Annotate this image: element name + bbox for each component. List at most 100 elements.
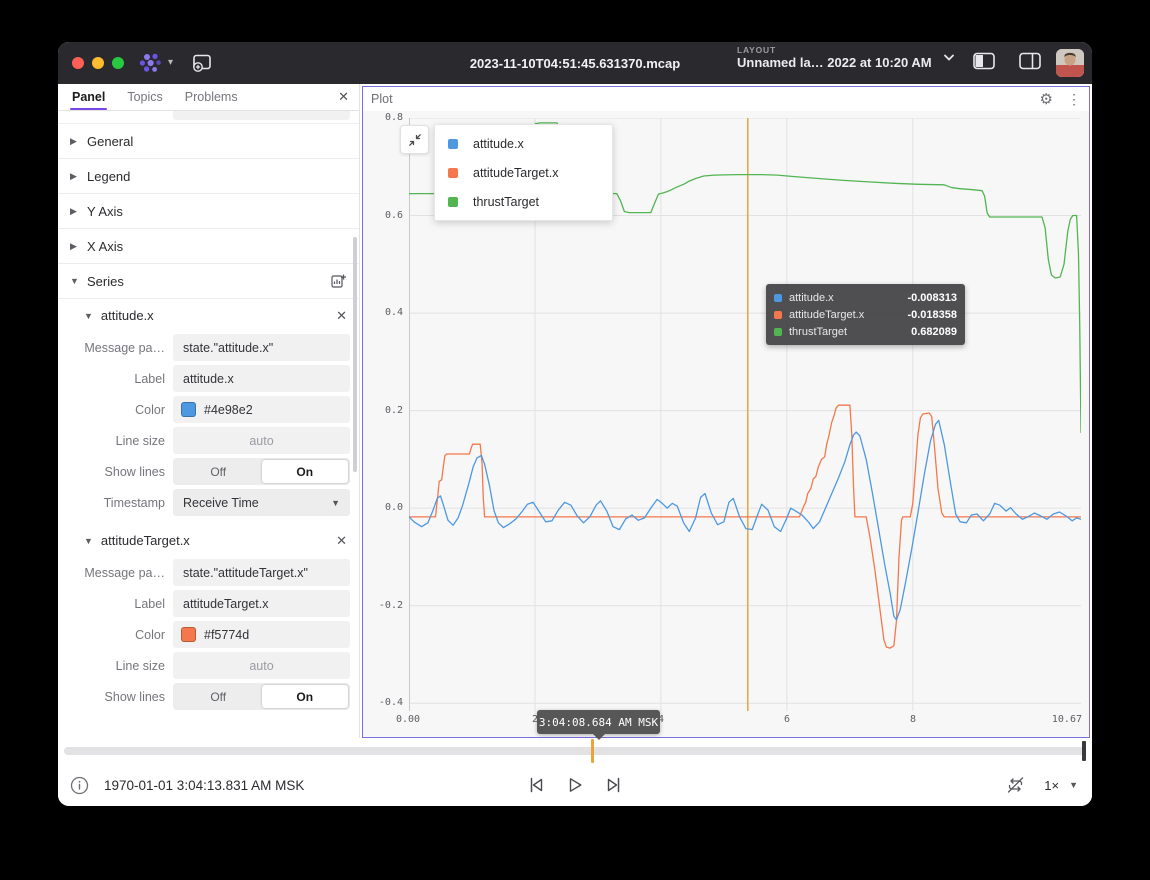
info-icon[interactable] [70, 776, 89, 795]
show-lines-off-button[interactable]: Off [175, 460, 262, 483]
y-axis-tick: 0.8 [367, 112, 403, 123]
legend-label: attitude.x [473, 137, 524, 151]
window-controls [72, 57, 124, 69]
remove-series-icon[interactable]: ✕ [336, 308, 347, 324]
legend-item-thrust-target[interactable]: thrustTarget [435, 187, 612, 216]
label-input[interactable] [173, 590, 350, 617]
play-button[interactable] [566, 776, 584, 794]
sidebar-tabs: Panel Topics Problems ✕ [58, 84, 359, 111]
expand-arrow-icon: ▼ [84, 536, 93, 546]
collapse-arrow-icon: ▶ [70, 171, 78, 182]
title-field-input[interactable]: Plot [173, 111, 350, 120]
legend-label: attitudeTarget.x [473, 166, 558, 180]
sidebar-scrollbar[interactable] [353, 237, 357, 472]
line-size-input[interactable] [173, 652, 350, 679]
legend-item-attitude-target-x[interactable]: attitudeTarget.x [435, 158, 612, 187]
show-lines-on-button[interactable]: On [262, 685, 349, 708]
section-series[interactable]: ▼ Series [58, 264, 359, 299]
speed-caret-icon: ▼ [1069, 780, 1078, 790]
layout-chevron-icon [938, 52, 960, 64]
loop-off-icon[interactable] [1005, 775, 1026, 795]
add-panel-button[interactable] [191, 53, 213, 73]
tooltip-row: thrustTarget 0.682089 [774, 323, 957, 340]
color-swatch [181, 402, 196, 417]
show-lines-off-button[interactable]: Off [175, 685, 262, 708]
field-label: Label [58, 588, 359, 619]
seek-bar[interactable] [64, 747, 1086, 755]
tooltip-swatch-icon [774, 294, 782, 302]
plot-toolbar: Plot ⚙ ⋮ [363, 87, 1089, 111]
field-color: Color #4e98e2 [58, 394, 359, 425]
legend-item-attitude-x[interactable]: attitude.x [435, 129, 612, 158]
series-name: attitude.x [101, 308, 154, 323]
zoom-window-button[interactable] [112, 57, 124, 69]
section-y-axis[interactable]: ▶ Y Axis [58, 194, 359, 229]
remove-series-icon[interactable]: ✕ [336, 533, 347, 549]
collapse-arrow-icon: ▶ [70, 206, 78, 217]
series-header-attitude-target-x[interactable]: ▼ attitudeTarget.x ✕ [58, 524, 359, 557]
minimize-window-button[interactable] [92, 57, 104, 69]
tab-panel[interactable]: Panel [70, 85, 107, 109]
section-general[interactable]: ▶ General [58, 124, 359, 159]
tab-topics[interactable]: Topics [125, 85, 164, 109]
section-x-axis[interactable]: ▶ X Axis [58, 229, 359, 264]
field-label: Color [58, 628, 173, 642]
add-panel-icon [191, 53, 213, 73]
show-lines-toggle: Off On [173, 458, 350, 485]
user-avatar[interactable] [1056, 49, 1084, 77]
tooltip-swatch-icon [774, 328, 782, 336]
app-menu[interactable]: ▾ [138, 53, 173, 73]
layout-menu[interactable]: LAYOUT Unnamed la… 2022 at 10:20 AM [737, 46, 960, 71]
expand-arrow-icon: ▼ [70, 276, 78, 286]
field-label: Label [58, 363, 359, 394]
seek-start-button[interactable] [526, 776, 546, 794]
tooltip-series-value: -0.018358 [907, 309, 957, 321]
show-lines-on-button[interactable]: On [262, 460, 349, 483]
close-sidebar-icon[interactable]: ✕ [338, 89, 349, 105]
field-show-lines: Show lines Off On [58, 681, 359, 712]
close-window-button[interactable] [72, 57, 84, 69]
tooltip-row: attitudeTarget.x -0.018358 [774, 306, 957, 323]
select-caret-icon: ▼ [331, 498, 340, 508]
y-axis-tick: -0.4 [367, 697, 403, 708]
label-input[interactable] [173, 365, 350, 392]
legend-swatch-icon [448, 139, 458, 149]
series-name: attitudeTarget.x [101, 533, 190, 548]
timestamp-select[interactable]: Receive Time ▼ [173, 489, 350, 516]
playback-scrubber-row [58, 738, 1092, 764]
message-path-input[interactable] [173, 334, 350, 361]
desktop-background: ▾ 2023-11-10T04:51:45.631370.mcap LAYOUT… [0, 0, 1150, 880]
seek-end-button[interactable] [604, 776, 624, 794]
playback-controls-bar: 1970-01-01 3:04:13.831 AM MSK 1× [58, 764, 1092, 806]
panel-menu-icon[interactable]: ⋮ [1067, 92, 1081, 106]
seek-end-marker [1082, 741, 1086, 761]
foxglove-logo-icon [138, 53, 164, 73]
collapse-legend-button[interactable] [400, 125, 429, 154]
toggle-right-sidebar-button[interactable] [1018, 51, 1042, 71]
add-series-button[interactable] [330, 273, 347, 289]
line-size-input[interactable] [173, 427, 350, 454]
expand-arrow-icon: ▼ [84, 311, 93, 321]
app-menu-chevron-icon: ▾ [168, 58, 173, 68]
tab-problems[interactable]: Problems [183, 85, 240, 109]
message-path-input[interactable] [173, 559, 350, 586]
hover-values-tooltip: attitude.x -0.008313 attitudeTarget.x -0… [766, 284, 965, 345]
color-picker[interactable]: #4e98e2 [173, 396, 350, 423]
plot-panel: Plot ⚙ ⋮ 0.8 0.6 0.4 0.2 0.0 -0.2 -0.4 0… [362, 86, 1090, 738]
field-label: Message pa… [58, 566, 173, 580]
color-value: #4e98e2 [204, 403, 253, 417]
toggle-left-sidebar-button[interactable] [972, 51, 996, 71]
series-header-attitude-x[interactable]: ▼ attitude.x ✕ [58, 299, 359, 332]
color-picker[interactable]: #f5774d [173, 621, 350, 648]
timestamp-value: Receive Time [183, 496, 259, 510]
x-axis-tick: 0.00 [396, 714, 420, 725]
tooltip-series-name: attitudeTarget.x [789, 309, 864, 321]
x-axis-tick: 8 [910, 714, 916, 725]
playback-speed-control[interactable]: 1× ▼ [1044, 778, 1078, 793]
plot-chart-area[interactable]: 0.8 0.6 0.4 0.2 0.0 -0.2 -0.4 0.00 2 4 6… [363, 111, 1089, 737]
settings-gear-icon[interactable]: ⚙ [1040, 92, 1053, 107]
show-lines-toggle: Off On [173, 683, 350, 710]
section-legend[interactable]: ▶ Legend [58, 159, 359, 194]
collapse-arrow-icon: ▶ [70, 241, 78, 252]
field-label: Line size [58, 659, 173, 673]
